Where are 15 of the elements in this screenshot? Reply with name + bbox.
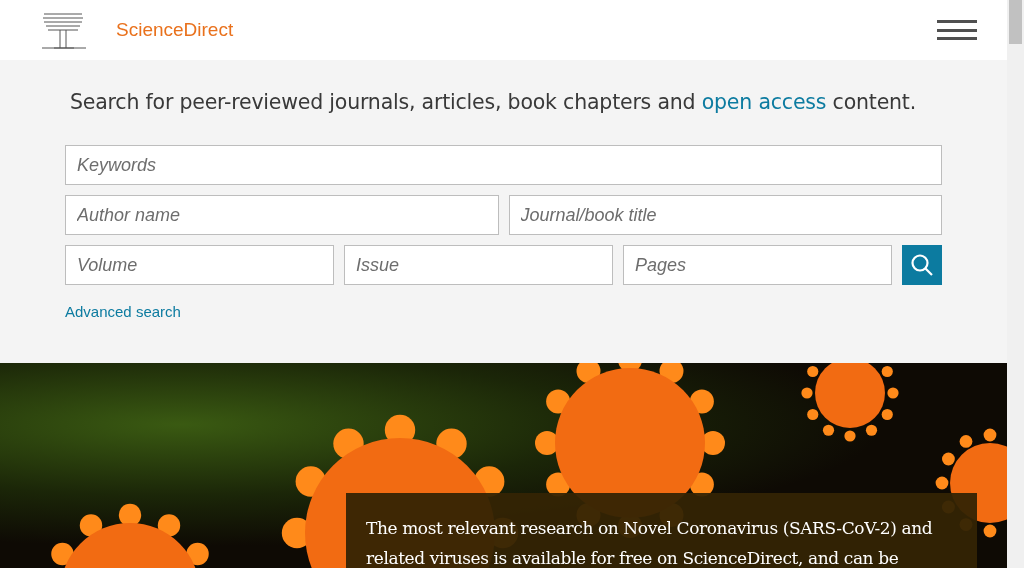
search-field[interactable]: Issue	[344, 245, 613, 285]
advanced-search-link[interactable]: Advanced search	[65, 303, 181, 320]
tree-logo-icon	[40, 10, 86, 50]
search-button[interactable]	[902, 245, 942, 285]
open-access-link[interactable]: open access	[701, 90, 827, 114]
menu-button[interactable]	[937, 20, 977, 40]
search-field[interactable]: Volume	[65, 245, 334, 285]
notice-text: The most relevant research on Novel Coronavirus (SARS-CoV-2) and related viruses is available for free on ScienceDirect, and can be	[366, 517, 934, 568]
search-field[interactable]: Pages	[623, 245, 892, 285]
search-field[interactable]: Journal/book title	[508, 195, 942, 235]
scrollbar[interactable]	[1007, 0, 1024, 568]
search-headline: Search for peer-reviewed journals, articles, book chapters and open access content.	[70, 90, 917, 114]
brand-name[interactable]: ScienceDirect	[116, 19, 907, 41]
search-icon	[910, 253, 934, 277]
search-field[interactable]: Keywords	[65, 145, 942, 185]
